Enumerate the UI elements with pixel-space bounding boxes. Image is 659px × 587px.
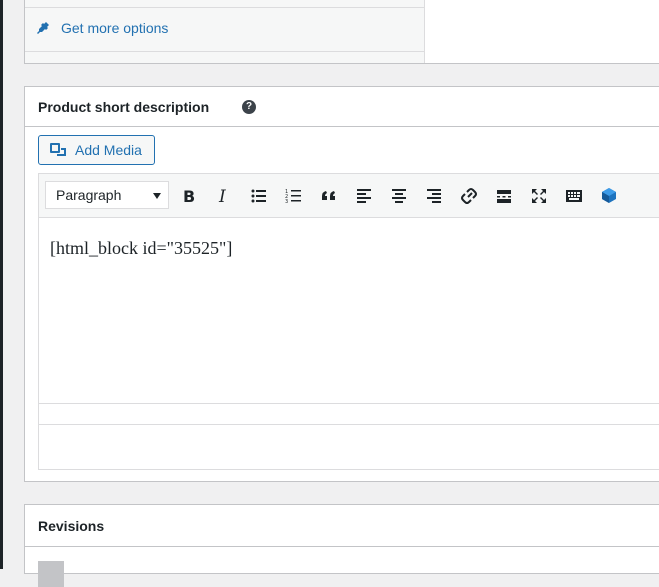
svg-text:I: I: [218, 187, 226, 205]
tab-divider: [25, 51, 424, 52]
product-data-tabs: Get more options: [25, 0, 425, 63]
numbered-list-icon: 1 2 3: [285, 189, 301, 205]
avatar: [38, 561, 64, 587]
italic-button[interactable]: I: [213, 185, 235, 207]
toolbar-toggle-button[interactable]: [563, 185, 585, 207]
svg-text:3: 3: [285, 199, 288, 205]
plug-icon: [37, 21, 51, 35]
link-button[interactable]: [458, 185, 480, 207]
add-media-label: Add Media: [75, 142, 142, 158]
blockquote-icon: [322, 191, 335, 200]
get-more-options-link[interactable]: Get more options: [37, 20, 168, 36]
format-select[interactable]: Paragraph: [45, 181, 169, 209]
short-description-panel: Product short description ? Add Media Pa…: [24, 86, 659, 482]
bold-button[interactable]: B: [178, 185, 200, 207]
fullscreen-button[interactable]: [528, 185, 550, 207]
editor-status-bar: [39, 405, 659, 425]
panel-title: Revisions: [38, 518, 105, 534]
bullet-list-button[interactable]: [248, 185, 270, 207]
add-media-button[interactable]: Add Media: [38, 135, 155, 165]
blockquote-button[interactable]: [318, 185, 340, 207]
italic-icon: I: [218, 187, 226, 205]
fullscreen-icon: [532, 189, 546, 203]
gutter-divider: [0, 0, 3, 569]
help-icon[interactable]: ?: [242, 100, 256, 114]
panel-title: Product short description: [38, 99, 210, 115]
revisions-panel: Revisions: [24, 504, 659, 587]
align-left-button[interactable]: [353, 185, 375, 207]
read-more-button[interactable]: [493, 185, 515, 207]
align-center-icon: [392, 189, 406, 203]
bold-icon: B: [183, 187, 195, 205]
format-select-value: Paragraph: [56, 187, 122, 203]
editor-content-area[interactable]: [html_block id="35525"]: [39, 218, 659, 404]
panel-header: Product short description ?: [25, 87, 659, 127]
panel-header: Revisions: [25, 505, 659, 547]
align-right-icon: [427, 189, 441, 203]
tab-divider: [25, 7, 424, 8]
keyboard-icon: [566, 190, 582, 202]
bullet-list-icon: [251, 189, 266, 203]
editor-content-text: [html_block id="35525"]: [50, 238, 233, 258]
editor-toolbar: Paragraph B I 1 2 3: [39, 174, 659, 218]
chevron-down-icon: [153, 193, 161, 199]
plugin-block-button[interactable]: [598, 185, 620, 207]
media-icon: [49, 141, 67, 159]
product-data-panel: Get more options: [24, 0, 659, 64]
get-more-options-label: Get more options: [61, 20, 169, 36]
align-right-button[interactable]: [423, 185, 445, 207]
rich-text-editor: Paragraph B I 1 2 3 [html_block id="3552…: [38, 173, 659, 470]
left-gutter: [0, 0, 24, 569]
svg-text:B: B: [183, 187, 195, 205]
link-icon: [461, 188, 477, 204]
align-center-button[interactable]: [388, 185, 410, 207]
numbered-list-button[interactable]: 1 2 3: [283, 185, 305, 207]
read-more-icon: [497, 190, 511, 203]
align-left-icon: [357, 189, 371, 203]
plugin-cube-icon: [602, 188, 616, 203]
